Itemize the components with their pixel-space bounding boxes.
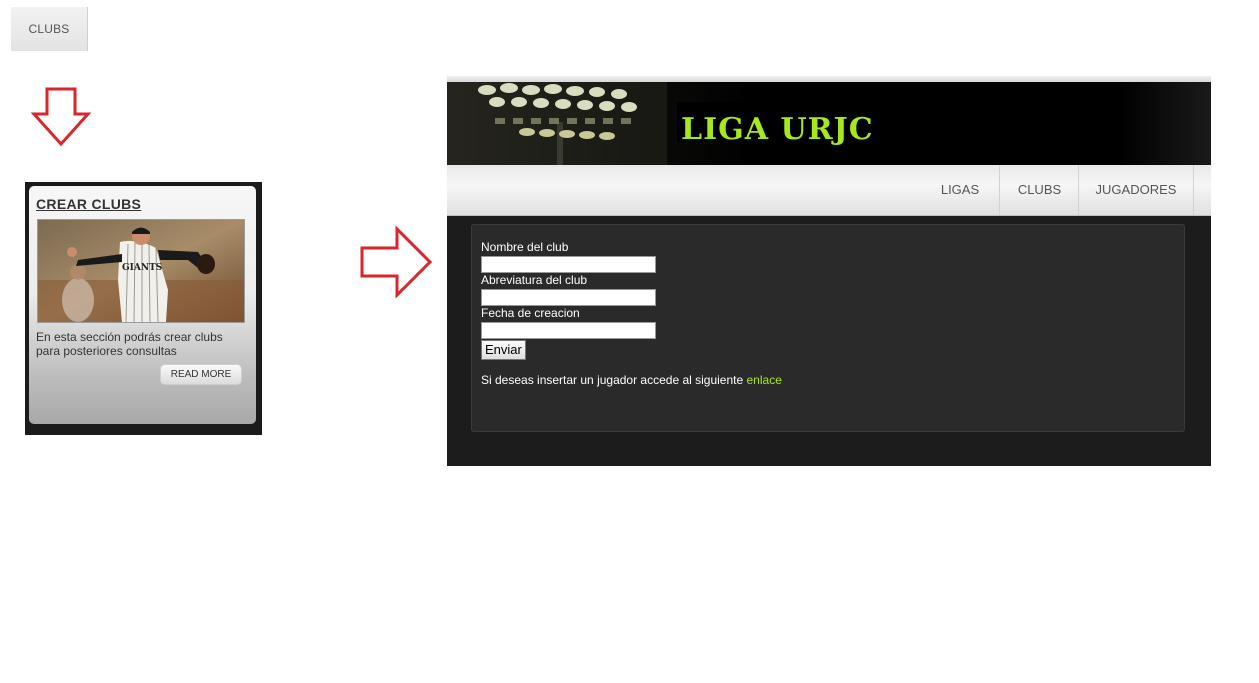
arrow-right-icon	[360, 225, 433, 299]
jersey-text: GIANTS	[122, 263, 162, 273]
baseball-pitcher-photo: GIANTS	[37, 219, 245, 323]
submit-button[interactable]: Enviar	[481, 340, 526, 360]
nav-ligas[interactable]: LIGAS	[921, 165, 999, 215]
club-abbr-input[interactable]	[481, 289, 656, 306]
site-navbar: LIGAS CLUBS JUGADORES	[447, 165, 1211, 216]
site-preview: LIGA URJC LIGAS CLUBS JUGADORES Nombre d…	[447, 76, 1211, 466]
club-form-panel: Nombre del club Abreviatura del club Fec…	[471, 224, 1185, 432]
creation-date-input[interactable]	[481, 322, 656, 339]
nav-jugadores[interactable]: JUGADORES	[1078, 165, 1194, 215]
card-title-link[interactable]: CREAR CLUBS	[36, 196, 141, 212]
crear-clubs-card: CREAR CLUBS GIANTS En esta sección podrá…	[25, 182, 262, 435]
creation-date-label: Fecha de creacion	[481, 306, 580, 320]
clubs-tab[interactable]: CLUBS	[11, 7, 88, 51]
nav-clubs[interactable]: CLUBS	[999, 165, 1079, 215]
player-link[interactable]: enlace	[747, 373, 782, 387]
club-name-label: Nombre del club	[481, 240, 569, 254]
info-text: Si deseas insertar un jugador accede al …	[481, 373, 747, 387]
club-abbr-label: Abreviatura del club	[481, 273, 588, 287]
banner: LIGA URJC	[447, 82, 1211, 165]
read-more-button[interactable]: READ MORE	[160, 364, 242, 385]
card-description: En esta sección podrás crear clubs para …	[36, 330, 223, 358]
stadium-lights-image	[447, 82, 667, 165]
site-title: LIGA URJC	[677, 102, 878, 147]
club-name-input[interactable]	[481, 256, 656, 273]
arrow-down-icon	[31, 87, 91, 147]
insert-player-text: Si deseas insertar un jugador accede al …	[481, 373, 782, 387]
card-body: CREAR CLUBS GIANTS En esta sección podrá…	[29, 186, 256, 424]
clubs-tab-label: CLUBS	[28, 22, 70, 36]
